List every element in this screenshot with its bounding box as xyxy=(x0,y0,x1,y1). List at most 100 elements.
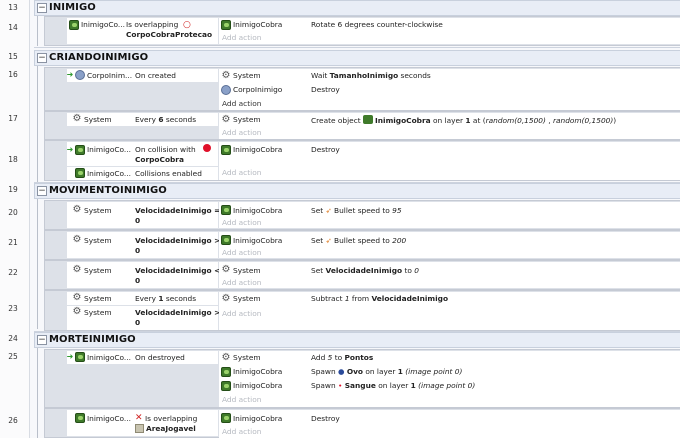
condition-block[interactable]: ⚙ System VelocidadeInimigo < 0 xyxy=(67,262,221,288)
line-number: 22 xyxy=(8,268,18,277)
action-block[interactable]: InimigoCobra Set ➶ Bullet speed to 200 A… xyxy=(219,232,680,258)
condition-text: On collision with xyxy=(135,145,196,154)
event-row-17[interactable]: ⚙ System Every 6 seconds ⚙ System Create… xyxy=(44,111,680,140)
condition-param: AreaJogavel xyxy=(146,424,196,433)
condition-param: 0 xyxy=(135,318,141,327)
action-block[interactable]: InimigoCobra Rotate 6 degrees counter-cl… xyxy=(219,18,680,44)
group-header-movimentoinimigo[interactable]: − MOVIMENTOINIMIGO xyxy=(34,183,680,199)
snake-sprite-icon xyxy=(221,145,231,155)
snake-sprite-icon xyxy=(221,20,231,30)
snake-sprite-icon xyxy=(75,413,85,423)
action-block[interactable]: InimigoCobra Destroy Add action xyxy=(219,410,680,438)
overlap-circle-icon: ○ xyxy=(183,20,191,30)
add-action-link[interactable]: Add action xyxy=(222,99,261,108)
line-number: 17 xyxy=(8,114,18,123)
add-action-link[interactable]: Add action xyxy=(222,33,261,42)
action-text: Destroy xyxy=(311,414,340,423)
collapse-toggle[interactable]: − xyxy=(37,3,47,13)
event-row-25[interactable]: ➜ InimigoCo... On destroyed ⚙ System Add… xyxy=(44,349,680,408)
condition-text: Is overlapping xyxy=(145,414,198,423)
event-row-21[interactable]: ⚙ System VelocidadeInimigo > 0 InimigoCo… xyxy=(44,230,680,260)
action-object: System xyxy=(233,115,261,124)
action-object: InimigoCobra xyxy=(233,20,283,29)
action-object: InimigoCobra xyxy=(233,206,283,215)
condition-text: VelocidadeInimigo = xyxy=(135,206,221,215)
condition-block[interactable]: InimigoCo... Collisions enabled xyxy=(67,167,218,180)
line-number: 25 xyxy=(8,352,18,361)
condition-block[interactable]: ⚙ System Every 6 seconds xyxy=(67,113,218,126)
condition-param: 0 xyxy=(135,246,141,255)
condition-block[interactable]: ➜ InimigoCo... On destroyed xyxy=(67,351,218,364)
action-object: System xyxy=(233,266,261,275)
divider xyxy=(34,47,680,48)
action-block[interactable]: ⚙ System Subtract 1 from VelocidadeInimi… xyxy=(219,292,680,330)
invert-x-icon: ✕ xyxy=(135,413,143,423)
event-row-22[interactable]: ⚙ System VelocidadeInimigo < 0 ⚙ System … xyxy=(44,260,680,290)
group-header-morteinimigo[interactable]: − MORTEINIMIGO xyxy=(34,332,680,348)
condition-object: InimigoCo... xyxy=(81,20,125,29)
group-header-inimigo[interactable]: − INIMIGO xyxy=(34,0,680,16)
collapse-toggle[interactable]: − xyxy=(37,335,47,345)
action-block[interactable]: ⚙ System Add 5 to Pontos InimigoCobra Sp… xyxy=(219,351,680,407)
event-row-16[interactable]: ➜ CorpoInim... On created ⚙ System Wait … xyxy=(44,67,680,111)
add-action-link[interactable]: Add action xyxy=(222,427,261,436)
snake-sprite-icon xyxy=(221,205,231,215)
action-text: Set ➶ Bullet speed to 95 xyxy=(311,206,402,215)
condition-block[interactable]: ⚙ System VelocidadeInimigo > 0 xyxy=(67,306,220,330)
line-number: 21 xyxy=(8,238,18,247)
action-text: Destroy xyxy=(311,145,340,154)
event-row-23[interactable]: ⚙ System Every 1 seconds ⚙ System Veloci… xyxy=(44,290,680,331)
condition-param: CorpoCobra xyxy=(135,155,184,164)
add-action-link[interactable]: Add action xyxy=(222,218,261,227)
collapse-toggle[interactable]: − xyxy=(37,53,47,63)
condition-block[interactable]: ⚙ System VelocidadeInimigo = 0 xyxy=(67,202,221,228)
condition-text: VelocidadeInimigo < xyxy=(135,266,221,275)
action-object: System xyxy=(233,71,261,80)
action-block[interactable]: ⚙ System Create object InimigoCobra on l… xyxy=(219,113,680,139)
event-row-20[interactable]: ⚙ System VelocidadeInimigo = 0 InimigoCo… xyxy=(44,200,680,230)
system-gear-icon: ⚙ xyxy=(72,234,82,245)
event-row-26[interactable]: InimigoCo... ✕ Is overlapping AreaJogave… xyxy=(44,408,680,438)
action-object: System xyxy=(233,294,261,303)
snake-sprite-icon xyxy=(221,367,231,377)
action-text: Set ➶ Bullet speed to 200 xyxy=(311,236,407,245)
add-action-link[interactable]: Add action xyxy=(222,278,261,287)
action-text: Set VelocidadeInimigo to 0 xyxy=(311,266,419,275)
condition-block[interactable]: InimigoCo... ✕ Is overlapping AreaJogave… xyxy=(67,410,218,436)
event-row-18[interactable]: ➜ InimigoCo... On collision with CorpoCo… xyxy=(44,140,680,181)
system-gear-icon: ⚙ xyxy=(221,264,231,275)
snake-sprite-icon xyxy=(363,115,374,124)
add-action-link[interactable]: Add action xyxy=(222,309,261,318)
system-gear-icon: ⚙ xyxy=(72,113,82,124)
action-block[interactable]: ⚙ System Wait TamanhoInimigo seconds Cor… xyxy=(219,69,680,110)
event-row-14[interactable]: InimigoCo... Is overlapping ○ CorpoCobra… xyxy=(44,16,680,46)
system-gear-icon: ⚙ xyxy=(72,204,82,215)
group-header-criandoinimigo[interactable]: − CRIANDOINIMIGO xyxy=(34,50,680,66)
condition-block[interactable]: ⚙ System VelocidadeInimigo > 0 xyxy=(67,232,220,258)
condition-block[interactable]: ➜ InimigoCo... On collision with CorpoCo… xyxy=(67,142,218,166)
action-block[interactable]: InimigoCobra Destroy Add action xyxy=(219,142,680,180)
condition-text: Every 1 seconds xyxy=(135,294,197,303)
action-block[interactable]: InimigoCobra Set ➶ Bullet speed to 95 Ad… xyxy=(219,202,680,228)
condition-object: InimigoCo... xyxy=(87,414,131,423)
add-action-link[interactable]: Add action xyxy=(222,248,261,257)
add-action-link[interactable]: Add action xyxy=(222,395,261,404)
group-title: MORTEINIMIGO xyxy=(49,334,136,345)
condition-block[interactable]: ⚙ System Every 1 seconds xyxy=(67,292,218,305)
egg-icon: ● xyxy=(338,367,345,376)
trigger-arrow-icon: ➜ xyxy=(66,145,74,154)
add-action-link[interactable]: Add action xyxy=(222,128,261,137)
system-gear-icon: ⚙ xyxy=(72,292,82,303)
condition-object: System xyxy=(84,294,112,303)
condition-object: InimigoCo... xyxy=(87,169,131,178)
condition-block[interactable]: ➜ CorpoInim... On created xyxy=(67,69,218,82)
condition-text: Collisions enabled xyxy=(135,169,202,178)
action-object: InimigoCobra xyxy=(233,414,283,423)
system-gear-icon: ⚙ xyxy=(72,264,82,275)
collapse-toggle[interactable]: − xyxy=(37,186,47,196)
add-action-link[interactable]: Add action xyxy=(222,168,261,177)
snake-sprite-icon xyxy=(75,168,85,178)
action-block[interactable]: ⚙ System Set VelocidadeInimigo to 0 Add … xyxy=(219,262,680,288)
condition-block[interactable]: InimigoCo... Is overlapping ○ CorpoCobra… xyxy=(67,18,218,44)
sprite-object-icon xyxy=(221,85,231,95)
